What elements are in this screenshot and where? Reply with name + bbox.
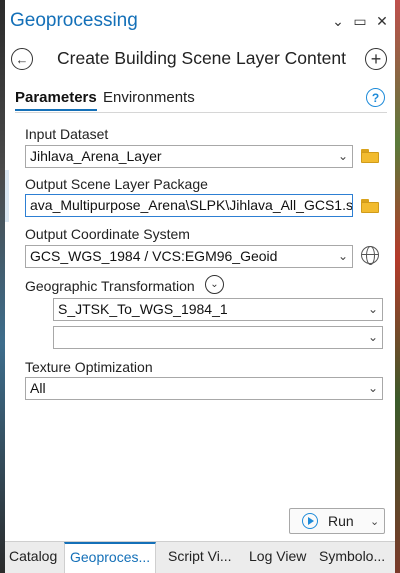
folder-icon[interactable] [361,149,379,163]
run-label: Run [328,513,354,529]
tab-parameters[interactable]: Parameters [15,89,97,111]
input-dataset-dropdown[interactable]: Jihlava_Arena_Layer ⌄ [25,145,353,168]
output-cs-label: Output Coordinate System [25,226,190,242]
chevron-down-icon: ⌄ [337,149,348,163]
pane-titlebar: Geoprocessing ⌄ ▭ ✕ [5,0,395,44]
texture-value: All [30,380,46,396]
tab-catalog[interactable]: Catalog [9,548,57,564]
chevron-down-circle-icon[interactable]: ⌄ [205,275,224,294]
folder-icon[interactable] [361,199,379,213]
close-icon[interactable]: ✕ [375,13,389,29]
chevron-down-icon: ⌄ [337,249,348,263]
run-button[interactable]: Run ⌄ [289,508,385,534]
back-arrow-icon[interactable]: ← [11,48,33,70]
texture-label: Texture Optimization [25,359,153,375]
globe-icon[interactable] [361,246,379,265]
tool-title: Create Building Scene Layer Content [57,48,346,68]
chevron-down-icon: ⌄ [367,302,378,316]
chevron-down-icon: ⌄ [367,381,378,395]
chevron-down-icon: ⌄ [367,330,378,344]
geo-transform-label: Geographic Transformation [25,278,195,294]
chevron-down-icon[interactable]: ⌄ [370,515,379,528]
output-package-label: Output Scene Layer Package [25,176,208,192]
tabs-divider [15,112,387,113]
input-dataset-value: Jihlava_Arena_Layer [30,148,162,164]
geoprocessing-pane: Geoprocessing ⌄ ▭ ✕ ← Create Building Sc… [5,0,395,573]
tab-symbology[interactable]: Symbolo... [319,548,385,564]
chevron-down-icon[interactable]: ⌄ [331,13,345,29]
tool-header: ← Create Building Scene Layer Content + [5,44,395,76]
texture-dropdown[interactable]: All ⌄ [25,377,383,400]
geo-transform-row-2[interactable]: ⌄ [53,326,383,349]
output-cs-value: GCS_WGS_1984 / VCS:EGM96_Geoid [30,248,278,264]
restore-icon[interactable]: ▭ [353,13,367,29]
geo-transform-value-1: S_JTSK_To_WGS_1984_1 [58,301,228,317]
pane-title: Geoprocessing [10,10,138,31]
active-parameter-marker [5,170,9,222]
tab-log-view[interactable]: Log View [249,548,306,564]
help-icon[interactable]: ? [366,88,385,107]
output-package-value: ava_Multipurpose_Arena\SLPK\Jihlava_All_… [30,197,353,213]
play-icon [302,513,318,529]
output-package-input[interactable]: ava_Multipurpose_Arena\SLPK\Jihlava_All_… [25,194,353,217]
plus-icon[interactable]: + [365,48,387,70]
tab-geoprocessing[interactable]: Geoproces... [64,542,157,573]
bottom-tab-bar: Catalog Geoproces... Script Vi... Log Vi… [5,541,395,573]
geo-transform-row-1[interactable]: S_JTSK_To_WGS_1984_1 ⌄ [53,298,383,321]
map-background-right [395,0,400,573]
output-cs-dropdown[interactable]: GCS_WGS_1984 / VCS:EGM96_Geoid ⌄ [25,245,353,268]
tab-environments[interactable]: Environments [103,89,195,106]
input-dataset-label: Input Dataset [25,126,109,142]
tab-script-view[interactable]: Script Vi... [168,548,232,564]
